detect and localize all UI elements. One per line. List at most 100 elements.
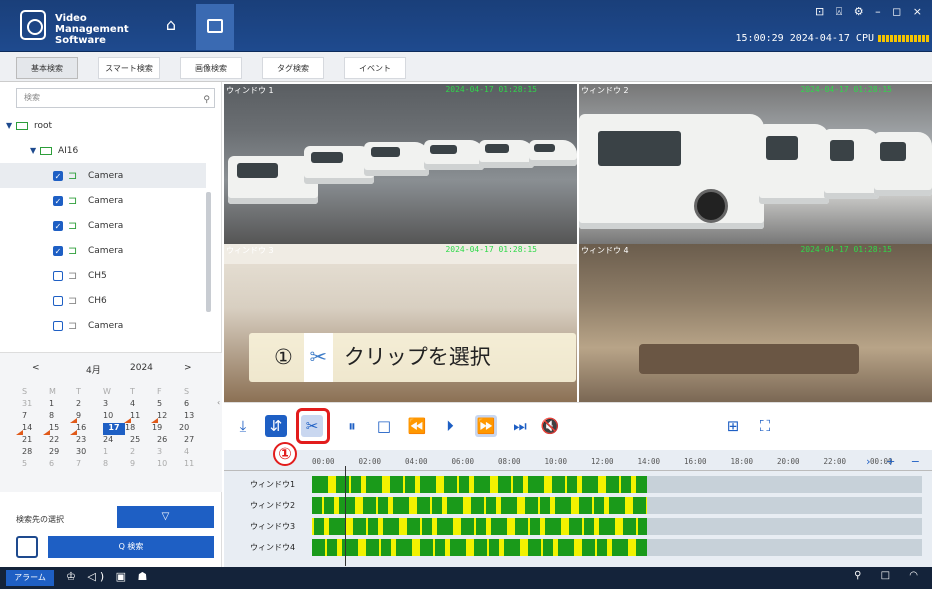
calendar-day[interactable]: 24 (103, 435, 130, 447)
mute-icon[interactable]: 🔇 (539, 415, 561, 437)
calendar-day[interactable]: 3 (103, 399, 130, 411)
fast-forward-icon[interactable]: ⏩ (475, 415, 497, 437)
camera-tab[interactable] (196, 4, 234, 50)
calendar-day[interactable]: 13 (184, 411, 211, 423)
tree-scrollbar[interactable] (206, 192, 211, 312)
stop-icon[interactable]: □ (373, 415, 395, 437)
prev-month-icon[interactable]: < (32, 363, 40, 379)
calendar-day[interactable]: 5 (157, 399, 184, 411)
recording-track[interactable] (312, 497, 922, 514)
tab-tag-search[interactable]: タグ検索 (262, 57, 324, 79)
frame-step-icon[interactable]: ⏭ (509, 415, 531, 437)
video-window-4[interactable]: ウィンドウ 4 2024-04-17 01:28:15 (579, 244, 932, 404)
calendar-day[interactable]: 8 (103, 459, 130, 471)
search-input[interactable]: 検索 ⚲ (16, 88, 215, 108)
tab-image-search[interactable]: 画像検索 (180, 57, 242, 79)
calendar-day[interactable]: 5 (22, 459, 49, 471)
calendar-day[interactable]: 17 (103, 423, 125, 435)
calendar-day[interactable]: 12 (151, 411, 184, 423)
calendar-day[interactable]: 4 (130, 399, 157, 411)
checkbox-checked[interactable]: ✓ (53, 220, 63, 231)
next-month-icon[interactable]: > (184, 363, 192, 379)
calendar-day[interactable]: 6 (184, 399, 211, 411)
calendar-day[interactable]: 20 (179, 423, 206, 435)
calendar-day[interactable]: 3 (157, 447, 184, 459)
alarm-button[interactable]: アラーム (6, 570, 54, 586)
calendar-day[interactable]: 1 (49, 399, 76, 411)
tree-item-ch5[interactable]: ⊐ CH5 (53, 263, 107, 288)
video-window-1[interactable]: ウィンドウ 1 2024-04-17 01:28:15 (224, 84, 577, 244)
tree-item-ai16[interactable]: ▼ AI16 (30, 138, 78, 163)
layout-icon[interactable]: ⊞ (722, 415, 744, 437)
calendar-day[interactable]: 21 (22, 435, 49, 447)
playback-icon[interactable] (16, 536, 38, 558)
calendar-day[interactable]: 31 (22, 399, 49, 411)
checkbox-unchecked[interactable] (53, 320, 63, 331)
collapse-panel-icon[interactable]: ‹ (217, 398, 223, 414)
tree-item-camera-1[interactable]: ✓ ⊐ Camera (0, 163, 206, 188)
checkbox-unchecked[interactable] (53, 295, 63, 306)
calendar-day[interactable]: 23 (76, 435, 103, 447)
tree-item-camera-5[interactable]: ⊐ Camera (53, 313, 123, 338)
tree-item-camera-2[interactable]: ✓ ⊐ Camera (53, 188, 123, 213)
home-icon[interactable]: ⌂ (162, 16, 180, 34)
calendar-day[interactable]: 22 (49, 435, 76, 447)
calendar-day[interactable]: 28 (22, 447, 49, 459)
expand-arrow-icon[interactable]: ▼ (6, 113, 16, 138)
checkbox-checked[interactable]: ✓ (53, 245, 63, 256)
calendar-day[interactable]: 29 (49, 447, 76, 459)
calendar-day[interactable]: 1 (103, 447, 130, 459)
camera-icon (207, 19, 223, 33)
calendar-day[interactable]: 4 (184, 447, 211, 459)
calendar-day[interactable]: 16 (70, 423, 103, 435)
calendar-day[interactable]: 2 (130, 447, 157, 459)
zoom-controls[interactable]: › + − (866, 455, 926, 468)
recording-track[interactable] (312, 539, 922, 556)
tab-smart-search[interactable]: スマート検索 (98, 57, 160, 79)
tab-basic-search[interactable]: 基本検索 (16, 57, 78, 79)
calendar-day[interactable]: 10 (157, 459, 184, 471)
fullscreen-icon[interactable]: ⛶ (754, 415, 776, 437)
taskbar-icons[interactable]: ♔ ◁) ▣ ☗ (66, 570, 151, 583)
tree-item-ch6[interactable]: ⊐ CH6 (53, 288, 107, 313)
sync-icon[interactable]: ⇵ (265, 415, 287, 437)
video-frame (579, 244, 932, 404)
window-controls[interactable]: ⊡ ⍓ ⚙ – ◻ × (815, 5, 926, 19)
calendar-day[interactable]: 9 (130, 459, 157, 471)
sidebar: 検索 ⚲ ▼ root ▼ AI16 ✓ ⊐ Camera ✓ ⊐ Camera ✓ ⊐ Cam… (0, 82, 222, 567)
step-forward-icon[interactable]: ⏵ (439, 415, 461, 437)
calendar-day[interactable]: 6 (49, 459, 76, 471)
search-button[interactable]: Q 検索 (48, 536, 214, 558)
playhead[interactable] (345, 466, 346, 566)
taskbar-right-icons[interactable]: ⚲ □ ◠ (854, 570, 926, 581)
checkbox-checked[interactable]: ✓ (53, 170, 63, 181)
calendar-day[interactable]: 26 (157, 435, 184, 447)
calendar-day[interactable]: 18 (125, 423, 152, 435)
recording-track[interactable] (312, 518, 922, 535)
checkbox-checked[interactable]: ✓ (53, 195, 63, 206)
checkbox-unchecked[interactable] (53, 270, 63, 281)
calendar-day[interactable]: 7 (22, 411, 49, 423)
calendar-day[interactable]: 2 (76, 399, 103, 411)
tree-label: AI16 (58, 146, 79, 156)
calendar-day[interactable]: 11 (184, 459, 211, 471)
video-window-2[interactable]: ウィンドウ 2 2024-04-17 01:28:15 (579, 84, 932, 244)
tab-event[interactable]: イベント (344, 57, 406, 79)
pause-icon[interactable]: ⏸ (341, 415, 363, 437)
tree-item-camera-3[interactable]: ✓ ⊐ Camera (53, 213, 123, 238)
calendar-day[interactable]: 25 (130, 435, 157, 447)
calendar-day[interactable]: 27 (184, 435, 211, 447)
tree-item-root[interactable]: ▼ root (6, 113, 52, 138)
timeline[interactable]: 00:00 02:00 04:00 06:00 08:00 10:00 12:00 14:00… (224, 450, 932, 567)
calendar-day[interactable]: 9 (70, 411, 103, 423)
tree-item-camera-4[interactable]: ✓ ⊐ Camera (53, 238, 123, 263)
calendar-day[interactable]: 19 (152, 423, 179, 435)
calendar-day[interactable]: 7 (76, 459, 103, 471)
calendar-day[interactable]: 30 (76, 447, 103, 459)
search-icon[interactable]: ⚲ (203, 91, 210, 109)
recording-track[interactable] (312, 476, 922, 493)
download-icon[interactable]: ⤓ (232, 415, 254, 437)
rewind-icon[interactable]: ⏪ (406, 415, 428, 437)
filter-button[interactable]: ▽ (117, 506, 214, 528)
expand-arrow-icon[interactable]: ▼ (30, 138, 40, 163)
